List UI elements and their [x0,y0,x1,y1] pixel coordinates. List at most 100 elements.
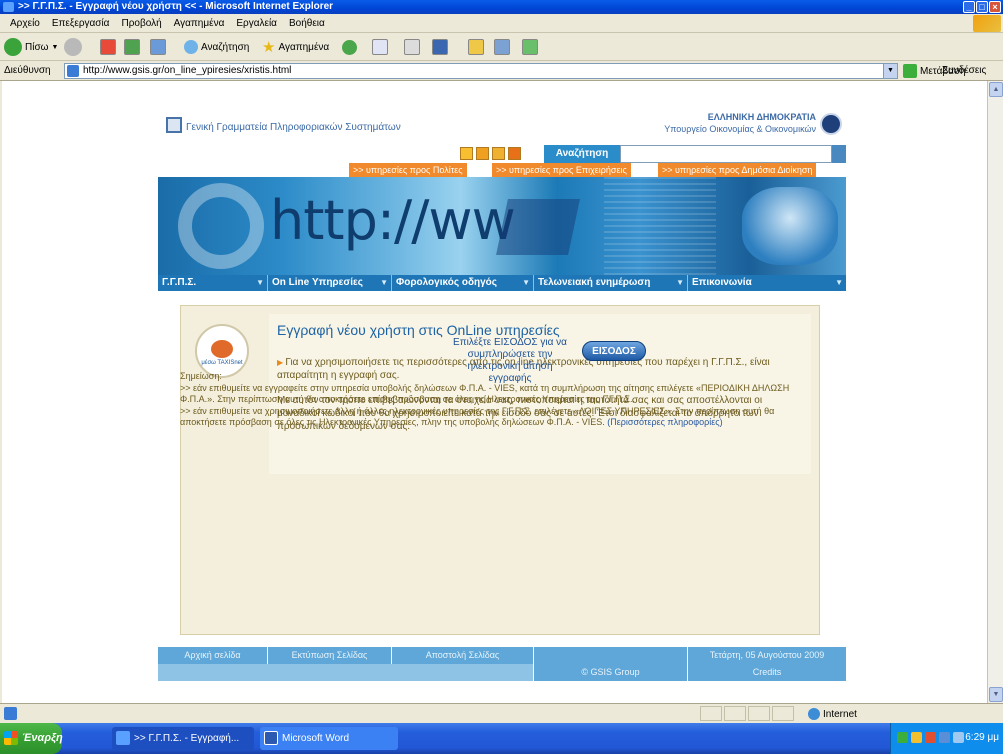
windows-logo-icon [973,15,1001,32]
new-user-icon [211,340,233,358]
greek-seal-icon [820,113,842,135]
nav-tax-guide-label: Φορολογικός οδηγός [396,277,497,288]
messenger-icon[interactable] [522,39,538,55]
tray-icon[interactable] [897,732,908,743]
more-info-link[interactable]: (Περισσότερες πληροφορίες) [607,417,722,427]
volume-icon[interactable] [953,732,964,743]
home-icon[interactable] [150,39,166,55]
site-nav: Γ.Γ.Π.Σ. ▼ On Line Υπηρεσίες ▼ Φορολογικός… [158,275,846,291]
security-zone: Internet [808,708,857,720]
scroll-up-icon[interactable]: ▲ [989,82,1003,97]
mail-small-icon[interactable] [492,147,505,160]
site-header: Γενική Γραμματεία Πληροφοριακών Συστημάτ… [158,109,846,145]
back-button[interactable]: Πίσω ▼ [4,37,58,57]
chevron-down-icon: ▼ [835,278,843,287]
nav-tax-guide[interactable]: Φορολογικός οδηγός ▼ [392,275,534,291]
menu-view[interactable]: Προβολή [121,18,161,29]
globe-icon [808,708,820,720]
chevron-down-icon: ▼ [522,278,530,287]
research-icon[interactable] [494,39,510,55]
links-label[interactable]: Συνδέσεις [942,65,986,76]
gsis-logo-icon[interactable] [166,117,182,133]
search-button[interactable]: Αναζήτηση [184,37,249,57]
address-input[interactable]: http://www.gsis.gr/on_line_ypiresies/xri… [64,63,898,79]
business-services-link[interactable]: >> υπηρεσίες προς Επιχειρήσεις [492,163,631,177]
footer-home-link[interactable]: Αρχική σελίδα [158,647,268,664]
maximize-button[interactable]: □ [976,1,988,13]
close-button[interactable]: × [989,1,1001,13]
tray-icon[interactable] [911,732,922,743]
task1-label: >> Γ.Γ.Π.Σ. - Εγγραφή... [134,733,240,744]
footer-send-link[interactable]: Αποστολή Σελίδας [392,647,534,664]
start-button[interactable]: Έναρξη [0,723,63,754]
nav-contact[interactable]: Επικοινωνία ▼ [688,275,846,291]
vertical-scrollbar[interactable]: ▲ ▼ [987,81,1003,703]
footer-spacer [534,647,688,664]
zone-label: Internet [823,708,857,720]
site-search-go-icon[interactable] [832,145,846,163]
system-tray: 6:29 μμ [890,723,1003,754]
window-title-bar[interactable]: >> Γ.Γ.Π.Σ. - Εγγραφή νέου χρήστη << - M… [0,0,1003,14]
tray-icon[interactable] [939,732,950,743]
site-search-input[interactable] [620,145,832,163]
notes-title: Σημείωση: [180,371,222,381]
clock[interactable]: 6:29 μμ [965,732,999,743]
footer-date: Τετάρτη, 05 Αυγούστου 2009 [688,647,846,664]
taskbar-word-window[interactable]: Microsoft Word [260,727,398,750]
mail-icon[interactable] [372,39,388,55]
minimize-button[interactable]: _ [963,1,975,13]
menu-tools[interactable]: Εργαλεία [236,18,277,29]
forward-arrow-icon [64,38,82,56]
menu-help[interactable]: Βοήθεια [289,18,325,29]
language-flag-icon[interactable] [508,147,521,160]
footer-copyright[interactable]: © GSIS Group [534,664,688,681]
go-arrow-icon [903,64,917,78]
nav-online-services[interactable]: On Line Υπηρεσίες ▼ [268,275,392,291]
status-cell [700,706,722,721]
chevron-down-icon: ▼ [676,278,684,287]
start-label: Έναρξη [22,732,63,744]
footer-print-link[interactable]: Εκτύπωση Σελίδας [268,647,392,664]
home-small-icon[interactable] [460,147,473,160]
mouse-graphic [742,187,838,265]
ie-icon [116,731,130,745]
citizens-services-link[interactable]: >> υπηρεσίες προς Πολίτες [349,163,467,177]
public-admin-services-link[interactable]: >> υπηρεσίες προς Δημόσια Διοίκηση [658,163,817,177]
status-bar: Internet [0,703,1003,723]
swirl-graphic [178,183,264,269]
org-name[interactable]: Γενική Γραμματεία Πληροφοριακών Συστημάτ… [186,122,401,133]
print-icon[interactable] [404,39,420,55]
address-label: Διεύθυνση [4,65,51,76]
favorites-button[interactable]: ★ Αγαπημένα [262,37,329,57]
site-banner: http://ww [158,177,846,275]
history-icon[interactable] [342,39,357,55]
back-arrow-icon [4,38,22,56]
status-cell [772,706,794,721]
dropdown-arrow-icon[interactable]: ▼ [883,64,897,78]
folder-icon[interactable] [468,39,484,55]
taskbar: Έναρξη >> Γ.Γ.Π.Σ. - Εγγραφή... Microsof… [0,723,1003,754]
word-edit-icon[interactable] [432,39,448,55]
nav-gges[interactable]: Γ.Γ.Π.Σ. ▼ [158,275,268,291]
stop-icon[interactable] [100,39,116,55]
taskbar-ie-window[interactable]: >> Γ.Γ.Π.Σ. - Εγγραφή... [112,727,254,750]
site-footer: Αρχική σελίδα Εκτύπωση Σελίδας Αποστολή … [158,647,846,681]
sitemap-icon[interactable] [476,147,489,160]
ie-icon [3,2,14,12]
login-button[interactable]: ΕΙΣΟΔΟΣ [582,341,646,361]
nav-customs-info[interactable]: Τελωνειακή ενημέρωση ▼ [534,275,688,291]
menu-file[interactable]: Αρχείο [10,18,40,29]
refresh-icon[interactable] [124,39,140,55]
forward-button[interactable] [64,37,82,57]
note-1: >> εάν επιθυμείτε να εγγραφείτε στην υπη… [180,382,790,405]
banner-http-text: http://ww [270,189,516,252]
tray-icon[interactable] [925,732,936,743]
menu-favorites[interactable]: Αγαπημένα [174,18,225,29]
word-icon [264,731,278,745]
menu-edit[interactable]: Επεξεργασία [52,18,110,29]
search-label: Αναζήτηση [201,41,250,53]
nav-online-services-label: On Line Υπηρεσίες [272,277,363,288]
task2-label: Microsoft Word [282,733,350,744]
footer-credits[interactable]: Credits [688,664,846,681]
scroll-down-icon[interactable]: ▼ [989,687,1003,702]
